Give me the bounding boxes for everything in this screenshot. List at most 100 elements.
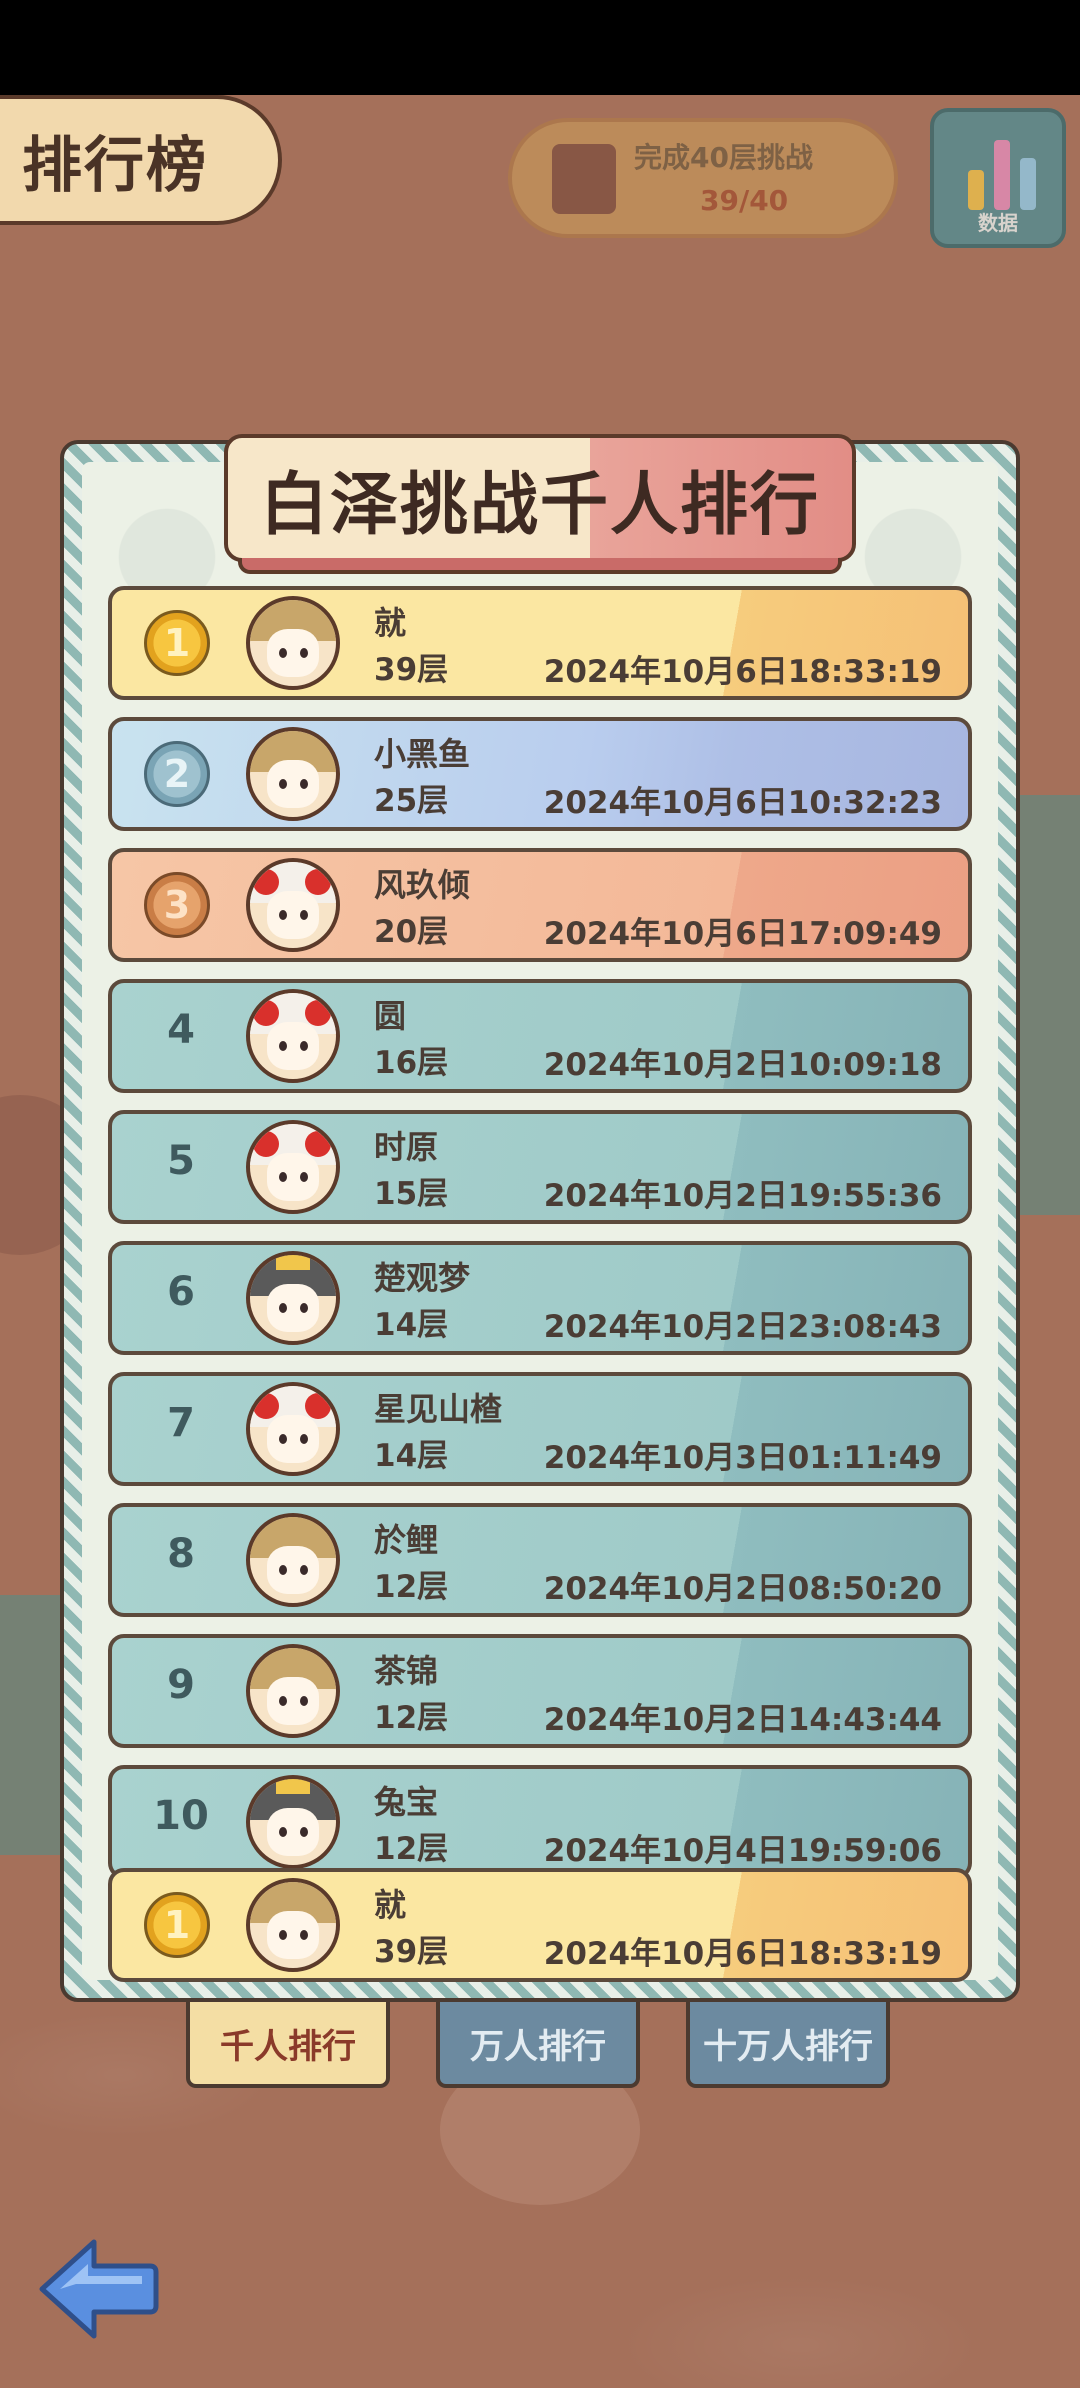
player-name: 风玖倾 — [374, 866, 471, 904]
record-time: 2024年10月6日10:32:23 — [543, 785, 942, 821]
record-time: 2024年10月6日18:33:19 — [543, 1936, 942, 1972]
leaderboard-row[interactable]: 5 时原 15层 2024年10月2日19:55:36 — [108, 1110, 972, 1224]
gift-box-icon — [552, 144, 616, 214]
panel-title: 白泽挑战千人排行 — [259, 465, 820, 545]
leaderboard-row[interactable]: 9 茶锦 12层 2024年10月2日14:43:44 — [108, 1634, 972, 1748]
player-name: 圆 — [374, 997, 407, 1035]
leaderboard-row[interactable]: 6 楚观梦 14层 2024年10月2日23:08:43 — [108, 1241, 972, 1355]
floor-count: 39层 — [374, 652, 449, 688]
avatar[interactable] — [246, 989, 340, 1083]
floor-count: 14层 — [374, 1307, 449, 1343]
avatar-eye — [299, 1434, 308, 1445]
tab-hundred-thousand[interactable]: 十万人排行 — [686, 2002, 890, 2088]
floor-count: 15层 — [374, 1176, 449, 1212]
back-button[interactable] — [36, 2236, 160, 2342]
avatar[interactable] — [246, 1120, 340, 1214]
crown-ornament — [275, 1255, 311, 1271]
stats-button[interactable]: 数据 — [930, 108, 1066, 248]
ranking-tabs: 千人排行 万人排行 十万人排行 — [186, 2002, 896, 2094]
avatar-face — [267, 1022, 319, 1071]
leaderboard-row[interactable]: 8 於鲤 12层 2024年10月2日08:50:20 — [108, 1503, 972, 1617]
leaderboard-list[interactable]: 1 就 39层 2024年10月6日18:33:19 2 小黑鱼 25层 2024年10月6日… — [108, 586, 972, 1876]
avatar-face — [267, 629, 319, 678]
avatar-eye — [299, 910, 308, 921]
player-name: 星见山楂 — [374, 1390, 503, 1428]
avatar-face — [267, 760, 319, 809]
reward-text: 完成40层挑战 — [634, 141, 813, 174]
page-title-tab: 排行榜 — [0, 95, 282, 225]
bar-chart-icon — [968, 170, 984, 210]
avatar-face — [267, 1546, 319, 1595]
rank-medal-icon: 3 — [144, 872, 210, 938]
player-name: 於鲤 — [374, 1521, 439, 1559]
avatar-eye — [299, 1565, 308, 1576]
rank-number: 5 — [167, 1138, 195, 1184]
avatar[interactable] — [246, 1775, 340, 1869]
avatar-face — [267, 1415, 319, 1464]
bar-chart-bar — [994, 140, 1010, 210]
tab-thousand[interactable]: 千人排行 — [186, 2002, 390, 2088]
player-name: 就 — [374, 1886, 407, 1924]
avatar-face — [267, 1284, 319, 1333]
flower-ornament — [305, 999, 332, 1026]
avatar-face — [267, 1153, 319, 1202]
page-title: 排行榜 — [22, 130, 208, 201]
flower-ornament — [305, 1130, 332, 1157]
avatar[interactable] — [246, 1513, 340, 1607]
floor-count: 12层 — [374, 1831, 449, 1867]
challenge-reward-button[interactable]: 完成40层挑战 39/40 — [508, 118, 898, 238]
record-time: 2024年10月6日18:33:19 — [543, 654, 942, 690]
avatar-face — [267, 891, 319, 940]
avatar-eye — [299, 1041, 308, 1052]
avatar[interactable] — [246, 1251, 340, 1345]
player-name: 兔宝 — [374, 1783, 439, 1821]
rank-medal-icon: 2 — [144, 741, 210, 807]
floor-count: 25层 — [374, 783, 449, 819]
rank-number: 9 — [167, 1662, 195, 1708]
stats-label: 数据 — [978, 211, 1018, 235]
floor-count: 14层 — [374, 1438, 449, 1474]
avatar-eye — [299, 1172, 308, 1183]
floor-count: 12层 — [374, 1700, 449, 1736]
avatar[interactable] — [246, 1644, 340, 1738]
avatar[interactable] — [246, 727, 340, 821]
floor-count: 20层 — [374, 914, 449, 950]
rank-medal-icon: 1 — [144, 610, 210, 676]
leaderboard-row[interactable]: 4 圆 16层 2024年10月2日10:09:18 — [108, 979, 972, 1093]
record-time: 2024年10月3日01:11:49 — [543, 1440, 942, 1476]
rank-number: 8 — [167, 1531, 195, 1577]
flower-ornament — [305, 1392, 332, 1419]
avatar-face — [267, 1911, 319, 1960]
floor-count: 39层 — [374, 1934, 449, 1970]
avatar[interactable] — [246, 596, 340, 690]
avatar[interactable] — [246, 858, 340, 952]
avatar-eye — [299, 648, 308, 659]
record-time: 2024年10月2日08:50:20 — [543, 1571, 942, 1607]
player-name: 时原 — [374, 1128, 439, 1166]
leaderboard-row[interactable]: 1 就 39层 2024年10月6日18:33:19 — [108, 586, 972, 700]
crown-ornament — [275, 1779, 311, 1795]
status-bar — [0, 0, 1080, 95]
tab-ten-thousand[interactable]: 万人排行 — [436, 2002, 640, 2088]
record-time: 2024年10月2日19:55:36 — [543, 1178, 942, 1214]
rank-number: 4 — [167, 1007, 195, 1053]
reward-count: 39/40 — [700, 184, 789, 217]
rank-number: 6 — [167, 1269, 195, 1315]
leaderboard-row[interactable]: 7 星见山楂 14层 2024年10月3日01:11:49 — [108, 1372, 972, 1486]
rank-number: 7 — [167, 1400, 195, 1446]
leaderboard-row[interactable]: 10 兔宝 12层 2024年10月4日19:59:06 — [108, 1765, 972, 1876]
player-name: 小黑鱼 — [374, 735, 471, 773]
leaderboard-row[interactable]: 3 风玖倾 20层 2024年10月6日17:09:49 — [108, 848, 972, 962]
avatar-eye — [299, 1303, 308, 1314]
avatar[interactable] — [246, 1382, 340, 1476]
record-time: 2024年10月2日10:09:18 — [543, 1047, 942, 1083]
bar-chart-bar — [1020, 158, 1036, 210]
self-rank-row[interactable]: 1 就 39层 2024年10月6日18:33:19 — [108, 1868, 972, 1982]
avatar[interactable] — [246, 1878, 340, 1972]
leaderboard-row[interactable]: 2 小黑鱼 25层 2024年10月6日10:32:23 — [108, 717, 972, 831]
record-time: 2024年10月4日19:59:06 — [543, 1833, 942, 1869]
floor-count: 16层 — [374, 1045, 449, 1081]
flower-ornament — [305, 868, 332, 895]
player-name: 茶锦 — [374, 1652, 439, 1690]
floor-count: 12层 — [374, 1569, 449, 1605]
